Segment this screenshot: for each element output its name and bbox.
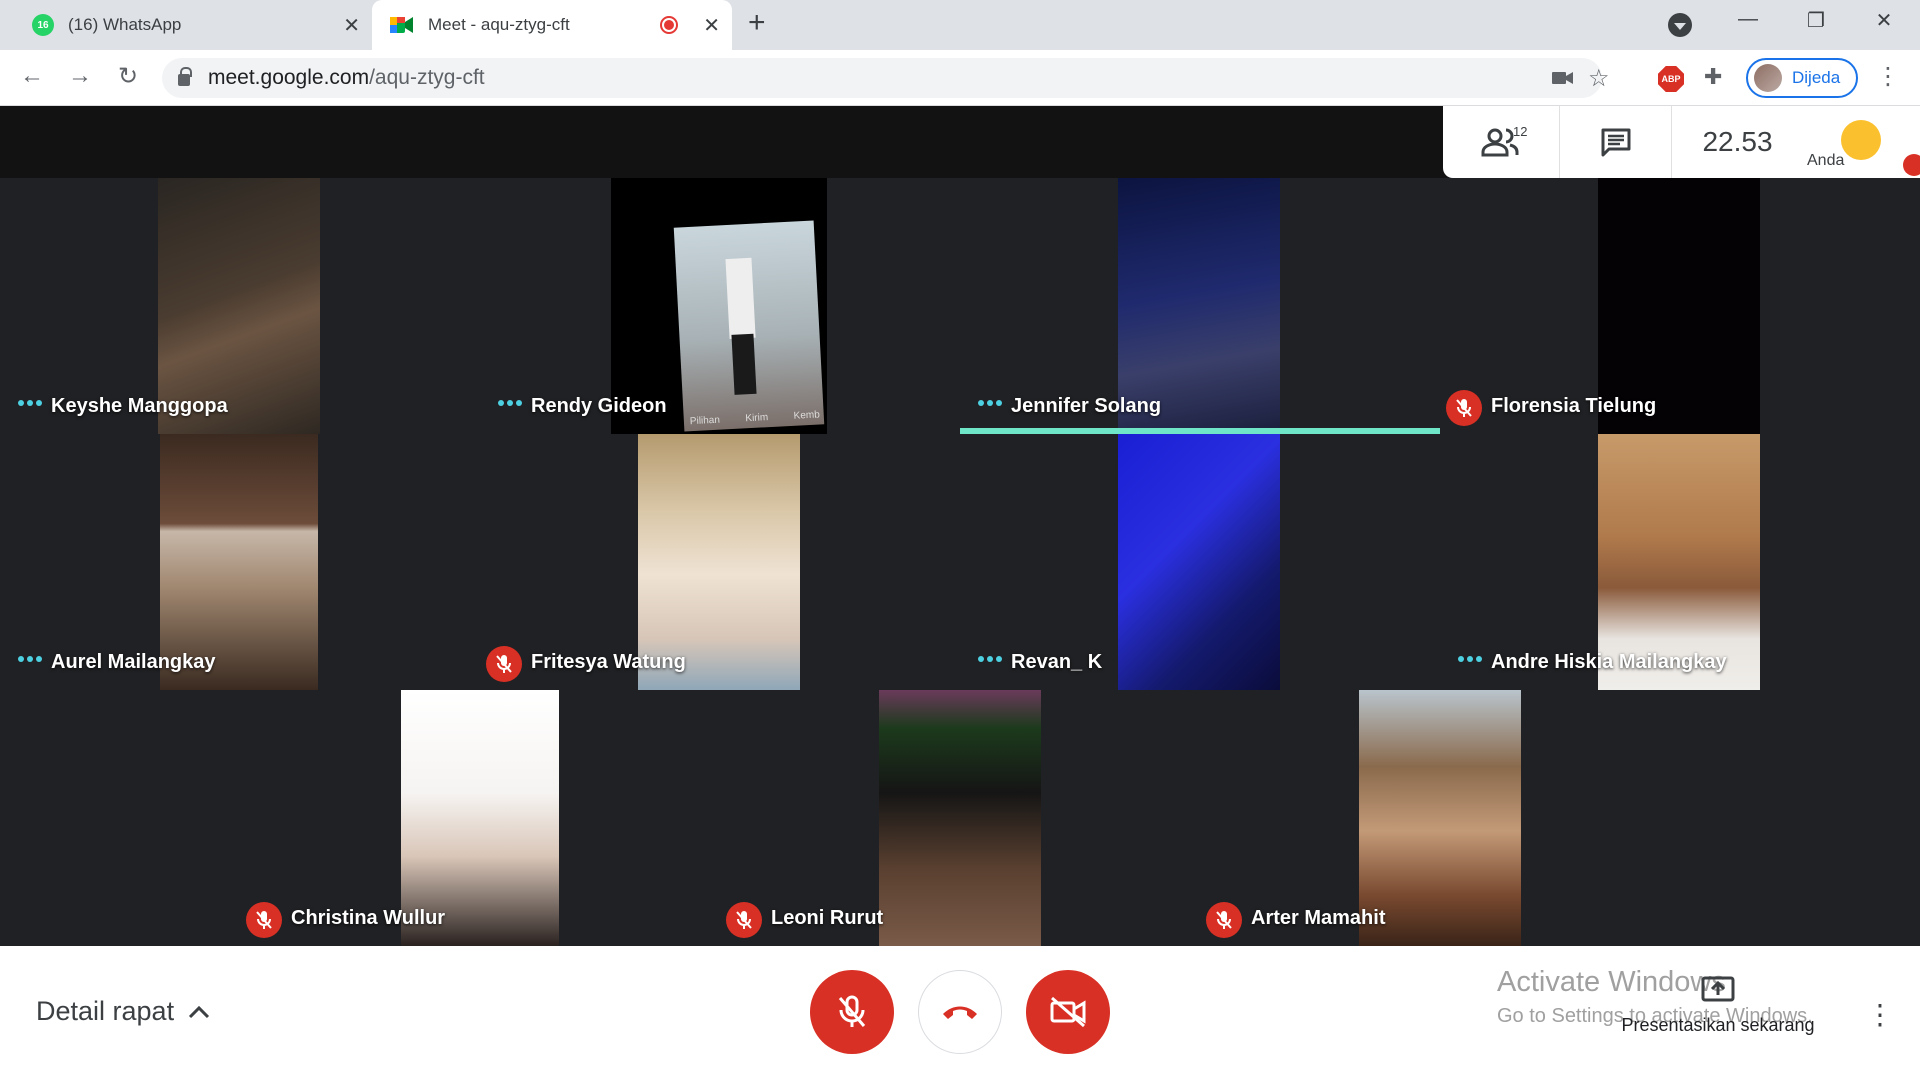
participant-name: Rendy Gideon xyxy=(531,395,667,417)
back-button[interactable]: ← xyxy=(16,62,48,90)
url-host: meet.google.com xyxy=(208,66,370,89)
mic-off-icon xyxy=(838,995,866,1027)
extensions-icon[interactable]: ✚ xyxy=(1704,64,1722,90)
whatsapp-icon: 16 xyxy=(32,14,54,36)
bookmark-star-icon[interactable]: ☆ xyxy=(1588,64,1610,93)
photo-text: Kirim xyxy=(745,412,769,425)
participant-name: Fritesya Watung xyxy=(531,651,686,673)
mic-off-icon xyxy=(1446,390,1482,426)
camera-toggle-button[interactable] xyxy=(1026,970,1110,1054)
tab-title: Meet - aqu-ztyg-cft xyxy=(428,15,570,34)
new-tab-button[interactable]: + xyxy=(748,6,766,40)
participant-name: Revan_ K xyxy=(1011,651,1103,673)
audio-level-icon xyxy=(18,656,42,662)
close-icon[interactable]: ✕ xyxy=(343,13,360,38)
address-bar[interactable]: meet.google.com/aqu-ztyg-cft ☆ xyxy=(162,58,1610,98)
participant-tile[interactable]: Aurel Mailangkay xyxy=(0,434,480,690)
self-label: Anda xyxy=(1807,152,1845,169)
audio-level-icon xyxy=(498,400,522,406)
participant-tile[interactable]: Jennifer Solang xyxy=(960,178,1440,434)
tab-search-button[interactable] xyxy=(1668,13,1692,37)
chat-icon xyxy=(1601,128,1630,157)
audio-level-icon xyxy=(978,656,1002,662)
participant-name: Leoni Rurut xyxy=(771,907,884,929)
tab-whatsapp[interactable]: 16 (16) WhatsApp ✕ xyxy=(12,0,372,50)
tab-title: (16) WhatsApp xyxy=(68,15,182,34)
participant-tile[interactable]: Keyshe Manggopa xyxy=(0,178,480,434)
mic-off-icon xyxy=(1903,154,1920,176)
audio-level-icon xyxy=(978,400,1002,406)
mic-off-icon xyxy=(486,646,522,682)
restore-button[interactable]: ❐ xyxy=(1794,8,1838,33)
recording-icon xyxy=(660,16,678,34)
profile-name: Dijeda xyxy=(1792,68,1841,87)
forward-button[interactable]: → xyxy=(64,62,96,90)
profile-button[interactable]: Dijeda xyxy=(1746,58,1858,98)
adblock-plus-icon[interactable]: ABP xyxy=(1658,66,1684,92)
present-now-button[interactable]: Presentasikan sekarang xyxy=(1608,976,1828,1036)
participant-name: Arter Mamahit xyxy=(1251,907,1386,929)
participant-tile[interactable]: Pilihan Kirim Kemb Rendy Gideon xyxy=(480,178,960,434)
mic-off-icon xyxy=(726,902,762,938)
participant-name: Florensia Tielung xyxy=(1491,395,1657,417)
camera-off-icon xyxy=(1050,996,1086,1028)
participant-name: Aurel Mailangkay xyxy=(51,651,216,673)
more-options-icon[interactable]: ⋮ xyxy=(1866,998,1894,1031)
avatar xyxy=(1754,64,1782,92)
meeting-clock: 22.53 xyxy=(1671,106,1803,178)
photo-text: Pilihan xyxy=(689,414,721,428)
meeting-details-button[interactable]: Detail rapat xyxy=(36,996,210,1027)
browser-tab-strip: 16 (16) WhatsApp ✕ Meet - aqu-ztyg-cft ✕… xyxy=(0,0,1920,50)
people-button[interactable]: 12 xyxy=(1443,106,1559,178)
participant-name: Christina Wullur xyxy=(291,907,446,929)
participant-tile[interactable]: Fritesya Watung xyxy=(480,434,960,690)
participant-tile[interactable]: Leoni Rurut xyxy=(720,690,1200,946)
mic-off-icon xyxy=(1206,902,1242,938)
minimize-button[interactable]: — xyxy=(1726,8,1770,31)
participant-name: Jennifer Solang xyxy=(1011,395,1162,417)
meeting-details-label: Detail rapat xyxy=(36,996,175,1026)
participant-tile[interactable]: Revan_ K xyxy=(960,434,1440,690)
participant-tile[interactable]: Christina Wullur xyxy=(240,690,720,946)
browser-menu-icon[interactable]: ⋮ xyxy=(1876,62,1900,91)
people-count: 12 xyxy=(1513,124,1528,139)
participant-name: Andre Hiskia Mailangkay xyxy=(1491,651,1727,673)
meeting-area: 12 22.53 Anda Keyshe Manggopa Pilihan Ki… xyxy=(0,106,1920,946)
leave-call-button[interactable] xyxy=(918,970,1002,1054)
hang-up-icon xyxy=(943,1006,977,1019)
participant-name: Keyshe Manggopa xyxy=(51,395,228,417)
participant-tile[interactable]: Arter Mamahit xyxy=(1200,690,1680,946)
tab-meet[interactable]: Meet - aqu-ztyg-cft ✕ xyxy=(372,0,732,50)
participant-tile[interactable]: Florensia Tielung xyxy=(1440,178,1920,434)
url-path: /aqu-ztyg-cft xyxy=(369,66,485,89)
microphone-toggle-button[interactable] xyxy=(810,970,894,1054)
participant-video xyxy=(1118,434,1280,690)
browser-toolbar: ← → ↻ meet.google.com/aqu-ztyg-cft ☆ ABP… xyxy=(0,50,1920,106)
avatar xyxy=(1841,120,1881,160)
audio-level-icon xyxy=(1458,656,1482,662)
photo-text: Kemb xyxy=(793,409,821,422)
google-meet-icon xyxy=(390,17,413,33)
participant-tile[interactable]: Andre Hiskia Mailangkay xyxy=(1440,434,1920,690)
lock-icon xyxy=(178,67,192,86)
participant-video xyxy=(879,690,1041,946)
window-close-button[interactable]: ✕ xyxy=(1862,8,1906,33)
chat-button[interactable] xyxy=(1559,106,1671,178)
camera-icon[interactable] xyxy=(1552,70,1574,86)
reload-button[interactable]: ↻ xyxy=(112,62,144,91)
mic-off-icon xyxy=(246,902,282,938)
photo-on-screen: Pilihan Kirim Kemb xyxy=(673,220,825,432)
self-view[interactable]: Anda xyxy=(1803,106,1920,178)
close-icon[interactable]: ✕ xyxy=(703,13,720,38)
meeting-info-bar: 12 22.53 Anda xyxy=(1443,106,1920,178)
chevron-up-icon xyxy=(189,1005,210,1018)
meeting-controls-bar: Detail rapat Activate Windows Go to Sett… xyxy=(0,946,1920,1080)
audio-level-icon xyxy=(18,400,42,406)
present-screen-icon xyxy=(1701,976,1735,1002)
present-now-label: Presentasikan sekarang xyxy=(1621,1015,1815,1035)
